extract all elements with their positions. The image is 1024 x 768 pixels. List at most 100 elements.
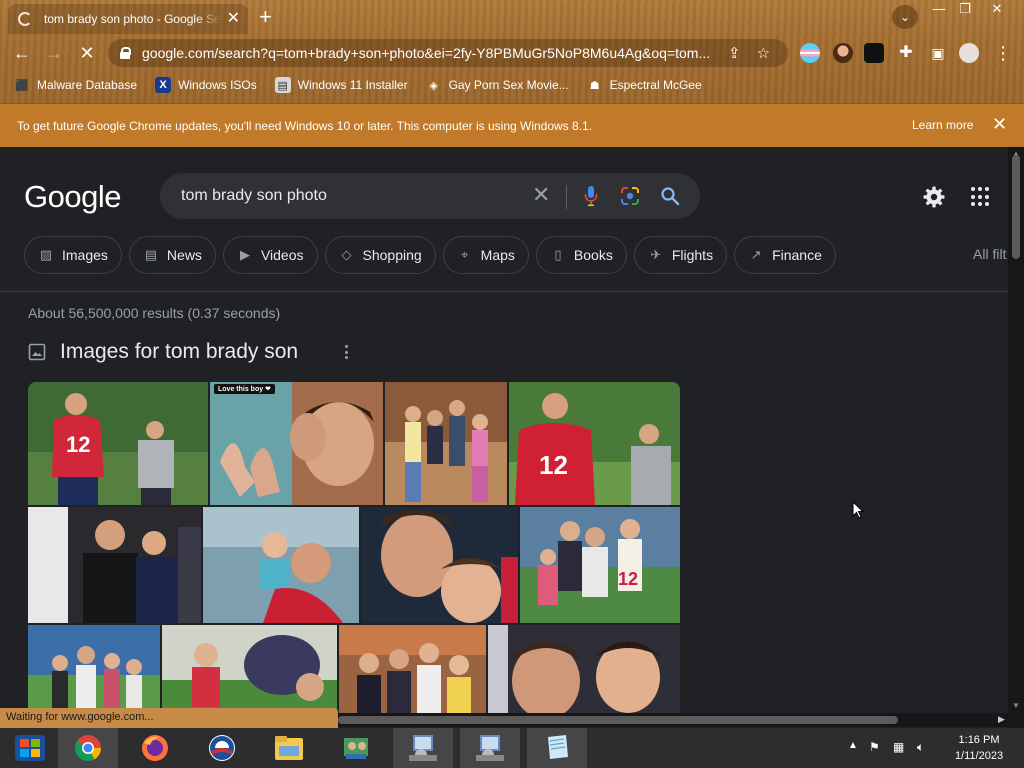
image-result-7[interactable]	[361, 507, 518, 623]
obama-logo-icon	[209, 735, 235, 761]
system-clock[interactable]: 1:16 PM 1/11/2023	[944, 732, 1014, 764]
chip-images[interactable]: ▨ Images	[24, 236, 122, 274]
taskbar-notepad[interactable]	[527, 728, 587, 768]
chip-flights[interactable]: ✈ Flights	[633, 236, 728, 274]
side-panel-icon[interactable]: ▣	[927, 42, 949, 64]
malware-icon: ⬛	[15, 79, 29, 92]
bookmark-espectral-mcgee[interactable]: ☗ Espectral McGee	[587, 77, 702, 93]
action-center-flag-icon[interactable]: ⚑	[869, 740, 880, 754]
site-icon: ◈	[429, 79, 438, 92]
stop-icon[interactable]: ✕	[76, 42, 98, 64]
bookmark-label: Espectral McGee	[609, 78, 702, 92]
image-result-3[interactable]	[385, 382, 507, 505]
image-result-11[interactable]	[339, 625, 486, 713]
bookmark-windows-isos[interactable]: X Windows ISOs	[155, 77, 257, 93]
clear-icon[interactable]: ✕	[532, 184, 550, 206]
restore-icon[interactable]: ❐	[950, 0, 980, 18]
google-lens-icon[interactable]	[620, 186, 640, 206]
tab-search-icon[interactable]: ⌄	[892, 5, 918, 29]
tab-title: tom brady son photo - Google Search	[44, 12, 222, 26]
microphone-icon[interactable]	[584, 185, 598, 207]
chip-books[interactable]: ▯ Books	[535, 236, 627, 274]
profile-icon[interactable]	[959, 43, 979, 63]
images-section-heading[interactable]: Images for tom brady son	[28, 340, 298, 364]
google-logo[interactable]: Google	[24, 179, 121, 215]
search-icon[interactable]	[660, 186, 680, 206]
news-icon: ▤	[144, 247, 158, 262]
vertical-scrollbar[interactable]: ▲ ▼	[1008, 147, 1024, 713]
taskbar-network-app[interactable]	[326, 728, 386, 768]
image-result-8[interactable]: 12	[520, 507, 680, 623]
back-icon[interactable]: ←	[11, 42, 33, 64]
taskbar-file-explorer[interactable]	[259, 728, 319, 768]
image-result-9[interactable]	[28, 625, 160, 713]
extension-avatar-icon[interactable]	[833, 43, 853, 63]
taskbar-installer-2[interactable]	[460, 728, 520, 768]
toolbar: ← → ✕ google.com/search?q=tom+brady+son+…	[0, 36, 1024, 70]
all-filters-button[interactable]: All filt	[973, 246, 1006, 262]
image-result-5[interactable]	[28, 507, 201, 623]
chip-label: Books	[573, 247, 613, 263]
scroll-down-icon[interactable]: ▼	[1012, 701, 1020, 710]
horizontal-scrollbar[interactable]: ▶	[338, 713, 1008, 727]
show-hidden-icons[interactable]: ▲	[848, 740, 858, 751]
close-window-icon[interactable]: ✕	[982, 0, 1012, 18]
image-result-10[interactable]	[162, 625, 337, 713]
extensions-puzzle-icon[interactable]: ✚	[895, 42, 917, 64]
google-apps-icon[interactable]	[971, 187, 991, 207]
image-icon	[28, 343, 46, 361]
bookmark-site-4[interactable]: ◈ Gay Porn Sex Movie...	[426, 77, 568, 93]
bookmark-windows-11-installer[interactable]: ▤ Windows 11 Installer	[274, 77, 408, 93]
image-result-12[interactable]	[488, 625, 680, 713]
infobar-close-icon[interactable]: ✕	[992, 114, 1007, 135]
screen: tom brady son photo - Google Search ✕ + …	[0, 0, 1024, 768]
extension-flag-icon[interactable]	[800, 43, 820, 63]
chip-label: Images	[62, 247, 108, 263]
chip-label: Flights	[671, 247, 714, 263]
taskbar-app-obama[interactable]	[192, 728, 252, 768]
forward-icon[interactable]: →	[43, 42, 65, 64]
image-caption: Love this boy ❤	[214, 384, 275, 394]
bookmark-malware-database[interactable]: ⬛ Malware Database	[14, 77, 137, 93]
network-icon[interactable]: ▦	[893, 740, 904, 754]
taskbar-installer-1[interactable]	[393, 728, 453, 768]
taskbar-chrome[interactable]	[58, 728, 118, 768]
chip-finance[interactable]: ↗ Finance	[734, 236, 836, 274]
chip-news[interactable]: ▤ News	[128, 236, 216, 274]
taskbar-firefox[interactable]	[125, 728, 185, 768]
book-icon: ▯	[554, 247, 562, 262]
new-tab-icon[interactable]: +	[259, 5, 272, 29]
chip-videos[interactable]: ▶ Videos	[222, 236, 318, 274]
image-result-6[interactable]	[203, 507, 359, 623]
image-result-2[interactable]: Love this boy ❤	[210, 382, 383, 505]
pin-icon: ⌖	[461, 247, 469, 262]
scrollbar-thumb[interactable]	[338, 716, 898, 724]
active-tab[interactable]: tom brady son photo - Google Search ✕	[8, 4, 248, 34]
tab-close-icon[interactable]: ✕	[227, 11, 240, 27]
scrollbar-thumb[interactable]	[1012, 155, 1020, 259]
bookmark-label: Malware Database	[37, 78, 138, 92]
volume-icon[interactable]: 🔈︎	[917, 740, 924, 755]
share-icon[interactable]: ⇪	[728, 44, 741, 62]
search-filter-chips: ▨ Images ▤ News ▶ Videos ◇ Shopping ⌖ Ma…	[24, 236, 843, 274]
lock-icon[interactable]	[120, 47, 131, 59]
extension-mask-icon[interactable]	[864, 43, 884, 63]
update-infobar: To get future Google Chrome updates, you…	[0, 103, 1024, 147]
start-button[interactable]	[0, 728, 60, 768]
chip-maps[interactable]: ⌖ Maps	[442, 236, 529, 274]
search-input[interactable]: tom brady son photo	[181, 187, 521, 205]
settings-gear-icon[interactable]	[922, 185, 946, 209]
learn-more-link[interactable]: Learn more	[912, 118, 973, 132]
more-options-icon[interactable]	[345, 345, 349, 359]
scroll-right-icon[interactable]: ▶	[998, 714, 1005, 725]
search-box[interactable]: tom brady son photo ✕	[160, 173, 700, 219]
address-bar[interactable]: google.com/search?q=tom+brady+son+photo&…	[108, 39, 788, 67]
image-result-4[interactable]: 12	[509, 382, 680, 505]
image-result-1[interactable]: 12	[28, 382, 208, 505]
bookmarks-bar: ⬛ Malware Database X Windows ISOs ▤ Wind…	[0, 72, 1024, 98]
plane-icon: ✈	[650, 247, 662, 262]
menu-icon[interactable]: ⋮	[992, 42, 1014, 64]
url-text[interactable]: google.com/search?q=tom+brady+son+photo&…	[142, 45, 718, 61]
bookmark-star-icon[interactable]: ☆	[757, 44, 770, 62]
chip-shopping[interactable]: ◇ Shopping	[324, 236, 436, 274]
